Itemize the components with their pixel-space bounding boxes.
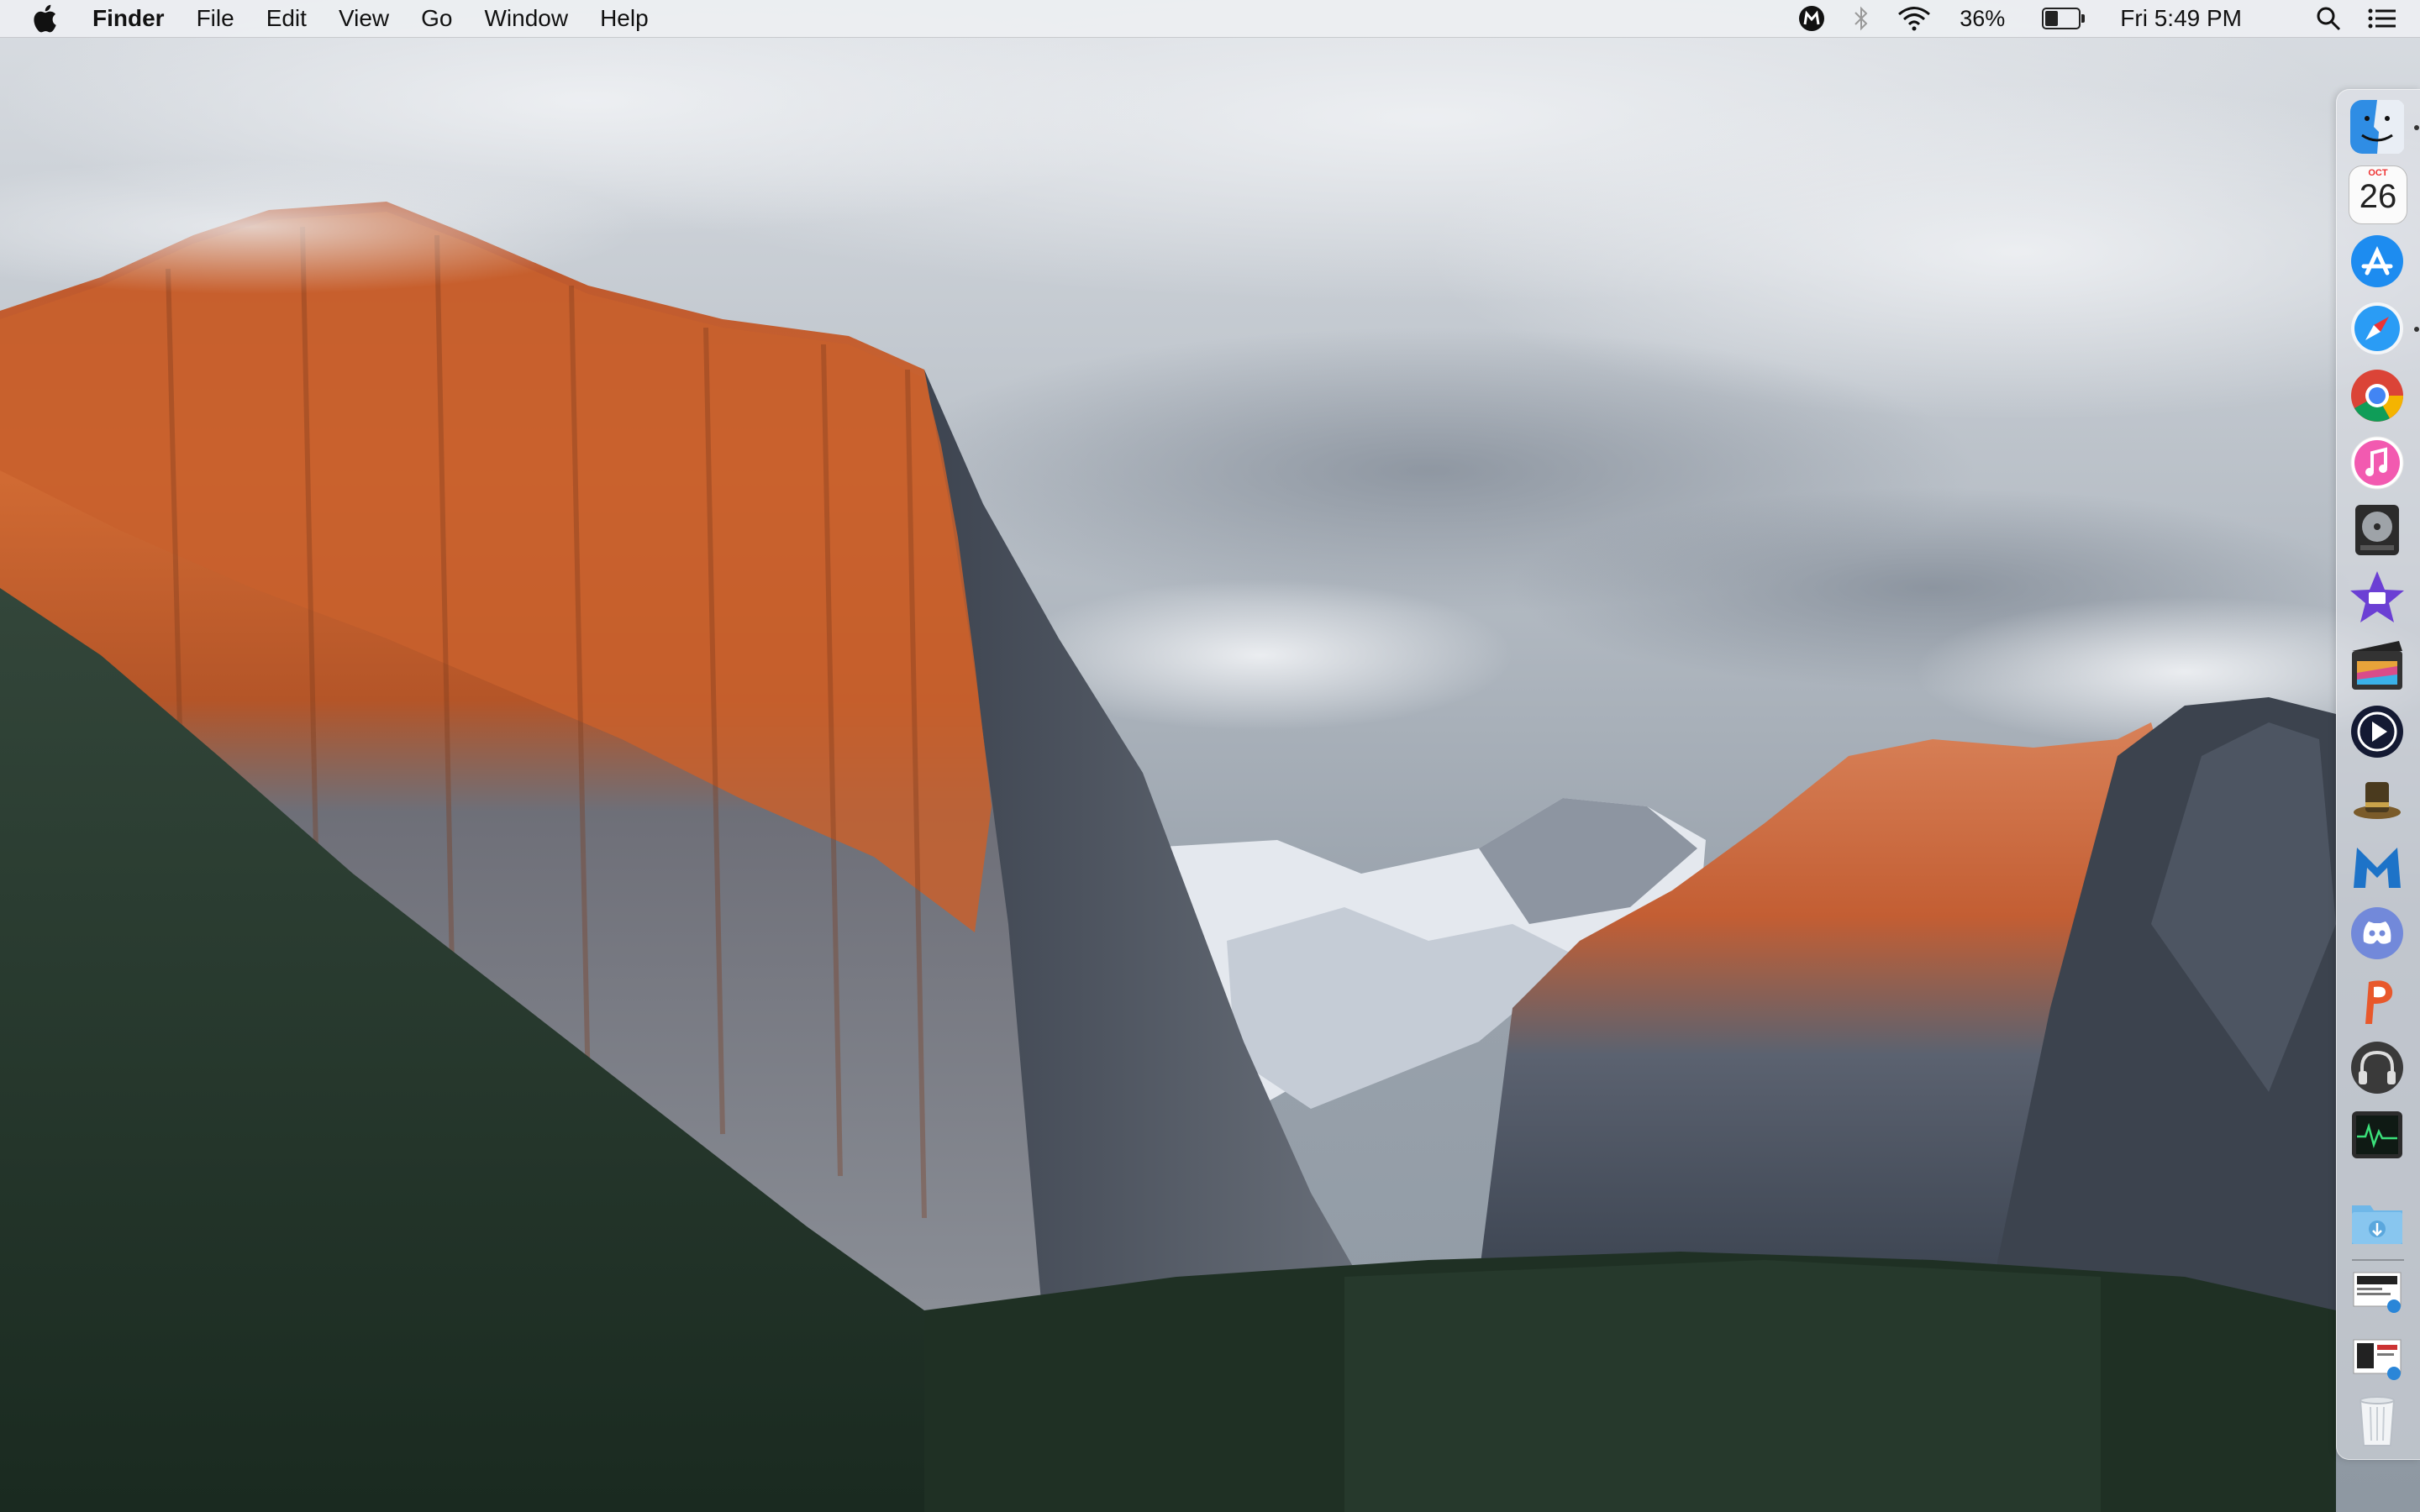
- finder-icon: [2350, 100, 2404, 154]
- menu-bar: Finder File Edit View Go Window Help 36%…: [0, 0, 2420, 38]
- menu-view[interactable]: View: [339, 5, 389, 32]
- disk-icon: [2355, 505, 2399, 555]
- dock-alfred[interactable]: [2349, 770, 2406, 827]
- apple-menu-icon[interactable]: [32, 3, 60, 34]
- dock-itunes[interactable]: [2349, 434, 2406, 491]
- wifi-icon[interactable]: [1897, 6, 1931, 31]
- dock-safari[interactable]: [2349, 300, 2406, 357]
- headphones-icon: [2351, 1042, 2403, 1094]
- menu-go[interactable]: Go: [421, 5, 452, 32]
- safari-icon: [2351, 302, 2403, 354]
- document-stack-icon: [2353, 1339, 2402, 1380]
- dock-calendar[interactable]: OCT 26: [2349, 165, 2407, 224]
- dock-player[interactable]: [2349, 703, 2406, 760]
- spotlight-search-icon[interactable]: [2316, 6, 2341, 31]
- dock-activity-monitor[interactable]: [2349, 1106, 2406, 1163]
- imovie-icon: [2350, 571, 2404, 622]
- battery-fill: [2045, 11, 2059, 26]
- dock-downloads-folder[interactable]: [2349, 1194, 2406, 1251]
- dock-document-stack-1[interactable]: [2349, 1261, 2406, 1318]
- downloads-folder-icon: [2352, 1205, 2402, 1244]
- menu-file[interactable]: File: [197, 5, 234, 32]
- battery-icon[interactable]: [2033, 8, 2086, 29]
- dock-imovie[interactable]: [2349, 569, 2406, 626]
- dock-finder[interactable]: [2349, 98, 2406, 155]
- battery-percentage[interactable]: 36%: [1960, 6, 2005, 32]
- chrome-icon: [2351, 370, 2403, 422]
- dock-disk-app[interactable]: [2349, 501, 2406, 559]
- menu-bar-status-area: 36% Fri 5:49 PM: [1770, 0, 2420, 37]
- menu-help[interactable]: Help: [600, 5, 649, 32]
- menu-edit[interactable]: Edit: [266, 5, 307, 32]
- menu-bar-clock[interactable]: Fri 5:49 PM: [2120, 5, 2242, 32]
- dock-trash[interactable]: [2349, 1392, 2406, 1449]
- menu-app-name[interactable]: Finder: [92, 5, 165, 32]
- bluetooth-icon[interactable]: [1854, 6, 1869, 31]
- play-icon: [2351, 706, 2403, 758]
- safari-running-dot: [2414, 327, 2419, 332]
- dock-p-app[interactable]: [2349, 972, 2406, 1029]
- final-cut-icon: [2352, 641, 2402, 690]
- finder-running-dot: [2414, 125, 2419, 130]
- itunes-icon: [2350, 436, 2404, 490]
- activity-monitor-icon: [2352, 1111, 2402, 1158]
- calendar-month: OCT: [2368, 168, 2388, 178]
- dock-final-cut[interactable]: [2349, 636, 2406, 693]
- dock: OCT 26: [2336, 89, 2420, 1460]
- malwarebytes-icon: [2354, 848, 2401, 888]
- battery-body: [2042, 8, 2081, 29]
- app-store-icon: [2351, 235, 2403, 287]
- dock-audio-app[interactable]: [2349, 1039, 2406, 1096]
- hat-icon: [2354, 782, 2401, 819]
- menu-bar-left: Finder File Edit View Go Window Help: [0, 0, 681, 37]
- dock-malwarebytes[interactable]: [2349, 837, 2406, 895]
- trash-icon: [2359, 1396, 2396, 1446]
- malwarebytes-status-icon[interactable]: [1798, 5, 1825, 32]
- desktop-wallpaper: [0, 0, 2420, 1512]
- dock-app-store[interactable]: [2349, 233, 2406, 290]
- dock-chrome[interactable]: [2349, 367, 2406, 424]
- menu-window[interactable]: Window: [484, 5, 568, 32]
- dock-discord[interactable]: [2349, 905, 2406, 962]
- calendar-day: 26: [2359, 178, 2397, 215]
- battery-tip: [2081, 14, 2086, 23]
- dock-document-stack-2[interactable]: [2349, 1328, 2406, 1385]
- notification-center-icon[interactable]: [2368, 8, 2396, 29]
- discord-icon: [2351, 907, 2403, 959]
- p-app-icon: [2365, 980, 2393, 1024]
- document-stack-icon: [2353, 1272, 2402, 1313]
